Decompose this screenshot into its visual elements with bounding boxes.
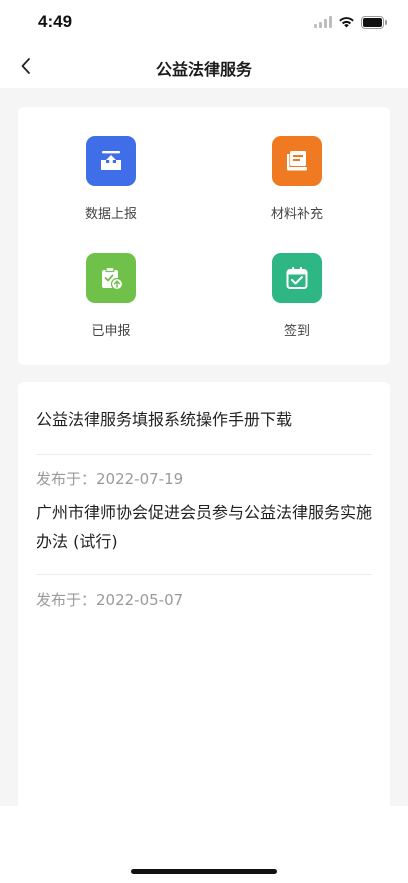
upload-tray-icon xyxy=(101,151,121,170)
menu-icon-bg xyxy=(86,253,136,303)
status-icons xyxy=(314,14,388,30)
wifi-icon xyxy=(339,17,354,28)
status-time: 4:49 xyxy=(38,12,73,31)
notice-date: 发布于：2022-07-19 xyxy=(36,470,184,488)
battery-icon xyxy=(361,15,387,29)
menu-label: 已申报 xyxy=(91,324,131,339)
menu-icon-bg xyxy=(272,136,322,186)
notice-item[interactable]: 公益法律服务填报系统操作手册下载 xyxy=(36,405,372,434)
calendar-check-icon xyxy=(286,267,308,289)
divider xyxy=(36,454,372,455)
menu-label: 签到 xyxy=(283,324,310,339)
menu-icon-bg xyxy=(86,136,136,186)
notice-title: 广州市律师协会促进会员参与公益法律服务实施办法 (试行) xyxy=(36,503,373,551)
menu-label: 数据上报 xyxy=(84,207,137,222)
clipboard-upload-icon xyxy=(102,266,124,291)
notice-title: 公益法律服务填报系统操作手册下载 xyxy=(36,410,293,429)
menu-card: 数据上报 材料补充 已申报 签到 xyxy=(18,107,390,365)
menu-icon-bg xyxy=(272,253,322,303)
menu-item-material-supplement[interactable]: 材料补充 xyxy=(204,136,390,246)
content-area: 数据上报 材料补充 已申报 签到 公益法律服务填报系统操作手册下载 发布于：20… xyxy=(0,88,408,812)
menu-item-data-report[interactable]: 数据上报 xyxy=(18,136,204,246)
document-book-icon xyxy=(287,151,307,171)
divider xyxy=(36,574,372,575)
notice-item[interactable]: 广州市律师协会促进会员参与公益法律服务实施办法 (试行) xyxy=(36,498,372,556)
menu-item-declared[interactable]: 已申报 xyxy=(18,253,204,363)
menu-label: 材料补充 xyxy=(270,207,323,222)
nav-bar: 公益法律服务 xyxy=(0,44,408,88)
home-indicator xyxy=(131,869,277,874)
status-bar: 4:49 xyxy=(0,0,408,44)
notice-card: 公益法律服务填报系统操作手册下载 发布于：2022-07-19 广州市律师协会促… xyxy=(18,382,390,812)
cellular-signal-icon xyxy=(314,16,332,28)
menu-item-check-in[interactable]: 签到 xyxy=(204,253,390,363)
page-title: 公益法律服务 xyxy=(155,60,252,79)
notice-date: 发布于：2022-05-07 xyxy=(36,591,184,609)
